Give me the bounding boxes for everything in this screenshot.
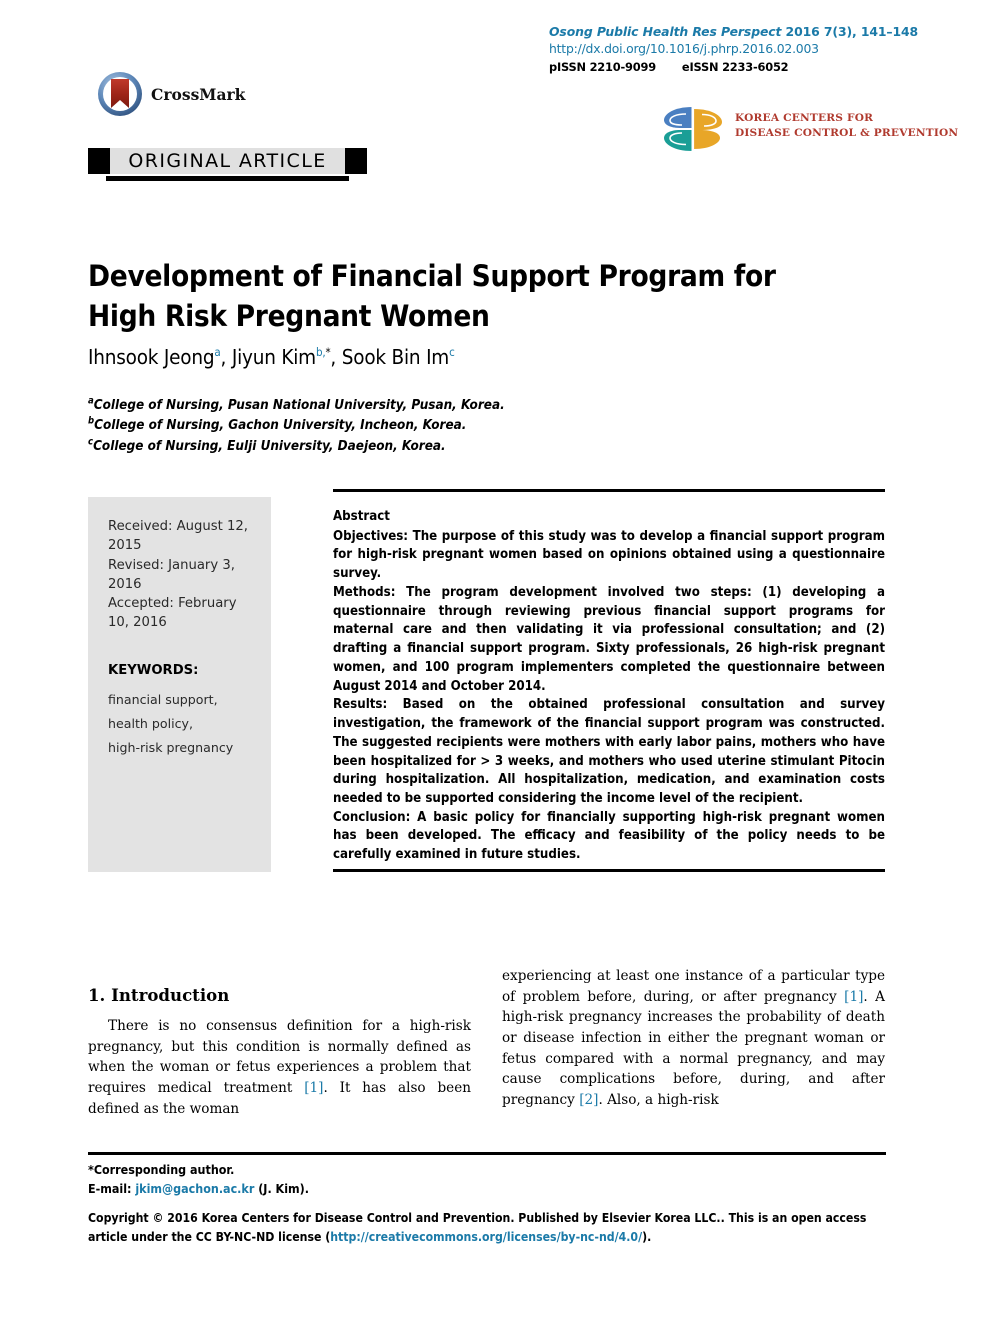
crossmark-icon: CrossMark [98,72,246,116]
article-history-sidebar: Received: August 12, 2015 Revised: Janua… [88,497,271,872]
affiliation-item: cCollege of Nursing, Eulji University, D… [88,437,688,457]
author-affiliation-marker: a [214,345,221,360]
author-list: Ihnsook Jeonga, Jiyun Kimb,*, Sook Bin I… [88,345,455,369]
email-suffix: (J. Kim). [254,1180,309,1196]
accepted-date: Accepted: February 10, 2016 [108,596,237,631]
body-text: . A high-risk pregnancy increases the pr… [502,988,885,1108]
author-name[interactable]: Sook Bin Im [342,345,450,369]
keywords-heading: KEYWORDS: [108,662,199,678]
abstract-section-label: Objectives: [333,528,409,544]
abstract-section: Results: Based on the obtained professio… [333,696,885,808]
body-paragraph: experiencing at least one instance of a … [502,966,885,1111]
section-heading-introduction: 1. Introduction [88,984,230,1005]
author-affiliation-marker: c [449,345,455,360]
affiliation-text: College of Nursing, Eulji University, Da… [93,438,446,454]
keyword-item[interactable]: high-risk pregnancy [108,736,256,760]
crossmark-logo[interactable]: CrossMark [96,70,246,118]
pissn: pISSN 2210-9099 [549,59,656,74]
affiliation-text: College of Nursing, Gachon University, I… [94,418,467,434]
kcdc-wordmark: KOREA CENTERS FOR DISEASE CONTROL & PREV… [735,111,958,142]
banner-underline [106,176,349,181]
eissn: eISSN 2233-6052 [681,59,789,74]
author-name[interactable]: Ihnsook Jeong [88,345,215,369]
body-paragraph: There is no consensus definition for a h… [88,1016,471,1119]
abstract-section: Objectives: The purpose of this study wa… [333,528,885,584]
footer-divider [88,1152,886,1155]
kcdc-logo: KOREA CENTERS FOR DISEASE CONTROL & PREV… [660,105,958,153]
body-text: . Also, a high-risk [598,1091,719,1108]
abstract-section-label: Conclusion: [333,809,411,825]
corresponding-author-note: *Corresponding author. [88,1162,235,1177]
email-label: E-mail: [88,1180,136,1196]
article-dates: Received: August 12, 2015 Revised: Janua… [108,517,256,633]
body-text: experiencing at least one instance of a … [502,968,885,1005]
abstract-top-rule [333,489,885,492]
affiliation-item: aCollege of Nursing, Pusan National Univ… [88,396,688,416]
license-link[interactable]: http://creativecommons.org/licenses/by-n… [330,1230,642,1244]
body-column-right: experiencing at least one instance of a … [502,966,885,1111]
received-date: Received: August 12, 2015 [108,519,248,554]
affiliation-list: aCollege of Nursing, Pusan National Univ… [88,396,688,457]
abstract-block: Abstract Objectives: The purpose of this… [333,508,885,865]
abstract-section: Methods: The program development involve… [333,584,885,696]
title-line-1: Development of Financial Support Program… [88,258,776,293]
affiliation-text: College of Nursing, Pusan National Unive… [93,398,505,413]
corresponding-email-line: E-mail: jkim@gachon.ac.kr (J. Kim). [88,1180,886,1199]
crossmark-wordmark: CrossMark [151,85,246,104]
body-column-left: There is no consensus definition for a h… [88,1016,471,1119]
journal-volume-pages: 2016 7(3), 141–148 [781,24,919,39]
article-page: Osong Public Health Res Perspect 2016 7(… [0,0,992,1323]
abstract-heading: Abstract [333,509,390,524]
copyright-text-end: ). [642,1229,652,1244]
journal-name: Osong Public Health Res Perspect [549,24,782,39]
kcdc-line-1: KOREA CENTERS FOR [735,112,874,124]
kcdc-emblem-icon [664,107,722,151]
keyword-item[interactable]: health policy, [108,712,256,736]
citation-ref[interactable]: [1] [844,989,863,1005]
article-type-label: ORIGINAL ARTICLE [128,150,327,172]
abstract-section-text: The program development involved two ste… [333,584,885,694]
author-name[interactable]: Jiyun Kim [232,345,316,369]
journal-meta-block: Osong Public Health Res Perspect 2016 7(… [549,24,918,75]
revised-date: Revised: January 3, 2016 [108,557,235,592]
keyword-item[interactable]: financial support, [108,688,256,712]
copyright-block: Copyright © 2016 Korea Centers for Disea… [88,1209,886,1247]
corresponding-author-block: *Corresponding author. E-mail: jkim@gach… [88,1161,886,1199]
abstract-bottom-rule [333,869,885,872]
citation-ref[interactable]: [2] [579,1092,598,1108]
kcdc-line-2: DISEASE CONTROL & PREVENTION [735,127,959,140]
abstract-section-text: Based on the obtained professional consu… [333,697,885,807]
abstract-section-text: The purpose of this study was to develop… [333,528,885,582]
abstract-section-label: Methods: [333,584,396,600]
issn-line: pISSN 2210-9099 eISSN 2233-6052 [549,60,894,75]
citation-ref[interactable]: [1] [304,1080,323,1096]
title-line-2: High Risk Pregnant Women [88,298,490,333]
corresponding-author-marker: * [325,345,331,360]
affiliation-item: bCollege of Nursing, Gachon University, … [88,416,688,436]
abstract-section-text: A basic policy for financially supportin… [333,809,885,863]
abstract-section: Conclusion: A basic policy for financial… [333,809,885,865]
article-type-banner: ORIGINAL ARTICLE [88,148,367,181]
journal-citation: Osong Public Health Res Perspect 2016 7(… [549,24,918,40]
abstract-section-label: Results: [333,697,388,713]
doi-link[interactable]: http://dx.doi.org/10.1016/j.phrp.2016.02… [549,41,894,57]
email-link[interactable]: jkim@gachon.ac.kr [135,1181,254,1196]
keywords-list: financial support, health policy, high-r… [108,688,256,761]
page-title: Development of Financial Support Program… [88,256,878,336]
